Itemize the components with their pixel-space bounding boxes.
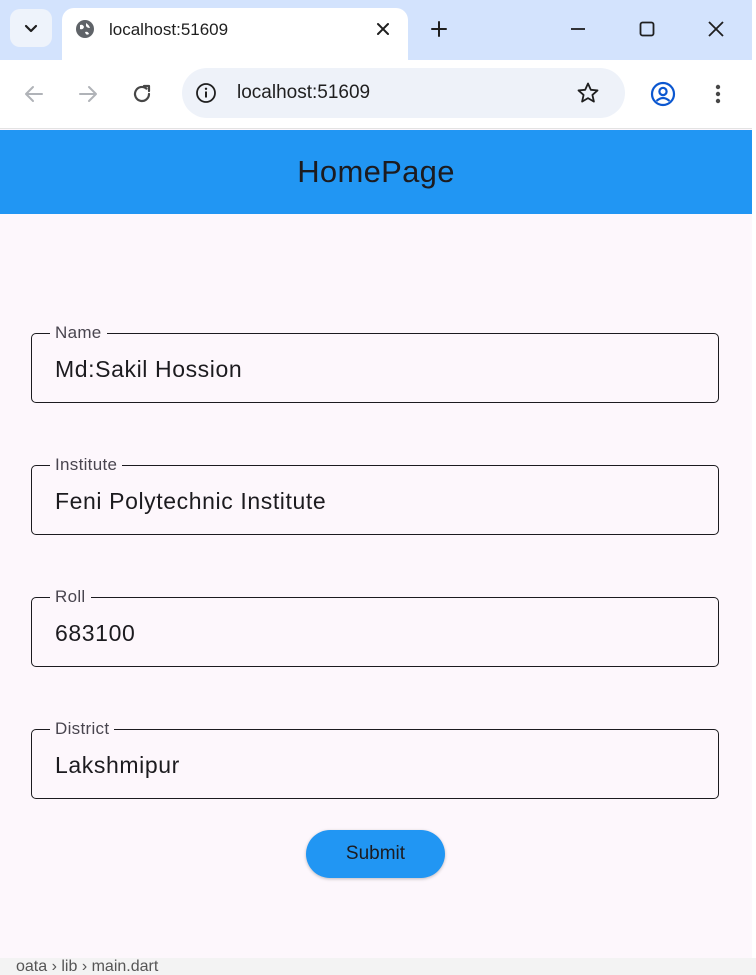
reload-icon (133, 84, 151, 103)
arrow-right-icon (79, 86, 97, 102)
browser-toolbar: localhost:51609 (0, 60, 752, 129)
background-breadcrumb-text: oata › lib › main.dart (16, 958, 159, 975)
tab-close-button[interactable] (372, 18, 394, 40)
tab-title: localhost:51609 (109, 20, 229, 39)
institute-field[interactable]: Institute Feni Polytechnic Institute (31, 455, 719, 535)
new-tab-button[interactable] (424, 14, 454, 44)
browser-tab[interactable]: localhost:51609 (62, 8, 408, 60)
address-bar[interactable]: localhost:51609 (182, 68, 625, 118)
district-field-value: Lakshmipur (55, 752, 180, 778)
chevron-down-icon (24, 24, 38, 33)
bookmark-button[interactable] (575, 80, 601, 106)
name-field-label: Name (50, 323, 107, 343)
district-field-label: District (50, 719, 115, 739)
name-field[interactable]: Name Md:Sakil Hossion (31, 323, 719, 403)
minimize-icon (571, 28, 585, 30)
background-window-edge (752, 0, 756, 958)
maximize-icon (639, 21, 655, 37)
url-text: localhost:51609 (237, 82, 371, 103)
arrow-left-icon (25, 86, 43, 102)
site-info-button[interactable] (194, 81, 218, 105)
name-field-value: Md:Sakil Hossion (55, 356, 243, 382)
tab-search-button[interactable] (10, 9, 52, 47)
institute-field-label: Institute (50, 455, 123, 475)
info-icon (196, 83, 216, 103)
back-button[interactable] (18, 78, 50, 110)
tab-strip: localhost:51609 (0, 0, 752, 60)
close-icon (708, 21, 724, 37)
district-field[interactable]: District Lakshmipur (31, 719, 719, 799)
more-vertical-icon (715, 84, 721, 104)
window-close-button[interactable] (701, 14, 731, 44)
plus-icon (431, 21, 447, 37)
roll-field-value: 683100 (55, 620, 136, 646)
background-breadcrumb: oata › lib › main.dart (0, 958, 756, 975)
profile-icon (650, 81, 676, 107)
maximize-button[interactable] (632, 14, 662, 44)
close-icon (377, 23, 389, 35)
profile-button[interactable] (647, 78, 679, 110)
submit-button[interactable]: Submit (306, 830, 445, 878)
app-bar: HomePage (0, 130, 752, 214)
reload-button[interactable] (126, 78, 158, 110)
roll-field[interactable]: Roll 683100 (31, 587, 719, 667)
roll-field-label: Roll (50, 587, 91, 607)
menu-button[interactable] (702, 78, 734, 110)
globe-icon (76, 20, 94, 38)
browser-window: localhost:51609 localhost:51609 HomePage… (0, 0, 753, 959)
institute-field-value: Feni Polytechnic Institute (55, 488, 327, 514)
page-title: HomePage (297, 154, 455, 189)
minimize-button[interactable] (563, 14, 593, 44)
forward-button[interactable] (72, 78, 104, 110)
star-icon (577, 82, 599, 103)
